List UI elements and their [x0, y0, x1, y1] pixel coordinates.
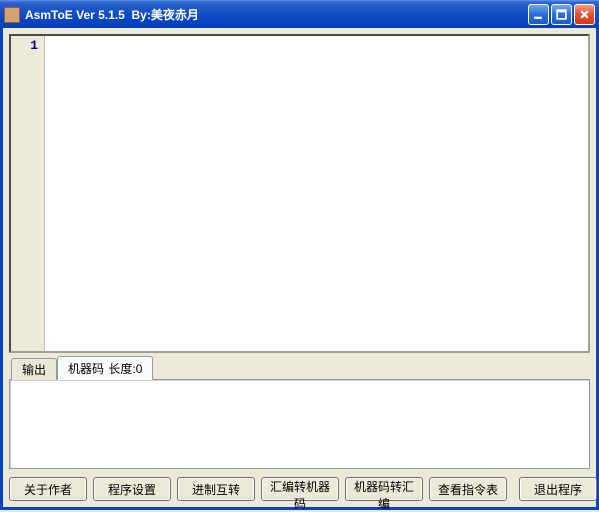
length-label: 长度: [108, 362, 135, 376]
close-button[interactable] [574, 4, 595, 25]
titlebar: AsmToE Ver 5.1.5 By:美夜赤月 [0, 0, 599, 28]
output-panel[interactable] [9, 379, 590, 469]
tab-machinecode[interactable]: 机器码 长度:0 [57, 356, 153, 380]
tab-output-label: 输出 [22, 363, 46, 377]
client-area: 1 输出 机器码 长度:0 关于作者 程序设置 进制互转 汇编转机器码 机器码转… [0, 28, 599, 510]
tab-output[interactable]: 输出 [11, 358, 57, 380]
asm-to-machinecode-button[interactable]: 汇编转机器码 [261, 477, 339, 501]
window-controls [528, 4, 595, 25]
machinecode-to-asm-button[interactable]: 机器码转汇编 [345, 477, 423, 501]
radix-convert-button[interactable]: 进制互转 [177, 477, 255, 501]
window-title: AsmToE Ver 5.1.5 By:美夜赤月 [25, 6, 528, 23]
code-editor-panel: 1 [9, 34, 590, 353]
settings-button[interactable]: 程序设置 [93, 477, 171, 501]
minimize-button[interactable] [528, 4, 549, 25]
line-number: 1 [13, 38, 38, 53]
line-gutter: 1 [11, 36, 45, 351]
code-editor[interactable] [45, 36, 588, 351]
tab-machinecode-label: 机器码 [68, 362, 104, 376]
tabs: 输出 机器码 长度:0 [9, 359, 590, 379]
about-button[interactable]: 关于作者 [9, 477, 87, 501]
app-icon [4, 7, 20, 23]
exit-button[interactable]: 退出程序 [519, 477, 597, 501]
button-row: 关于作者 程序设置 进制互转 汇编转机器码 机器码转汇编 查看指令表 退出程序 [9, 477, 590, 501]
maximize-button[interactable] [551, 4, 572, 25]
length-value: 0 [136, 362, 143, 376]
opcode-table-button[interactable]: 查看指令表 [429, 477, 507, 501]
